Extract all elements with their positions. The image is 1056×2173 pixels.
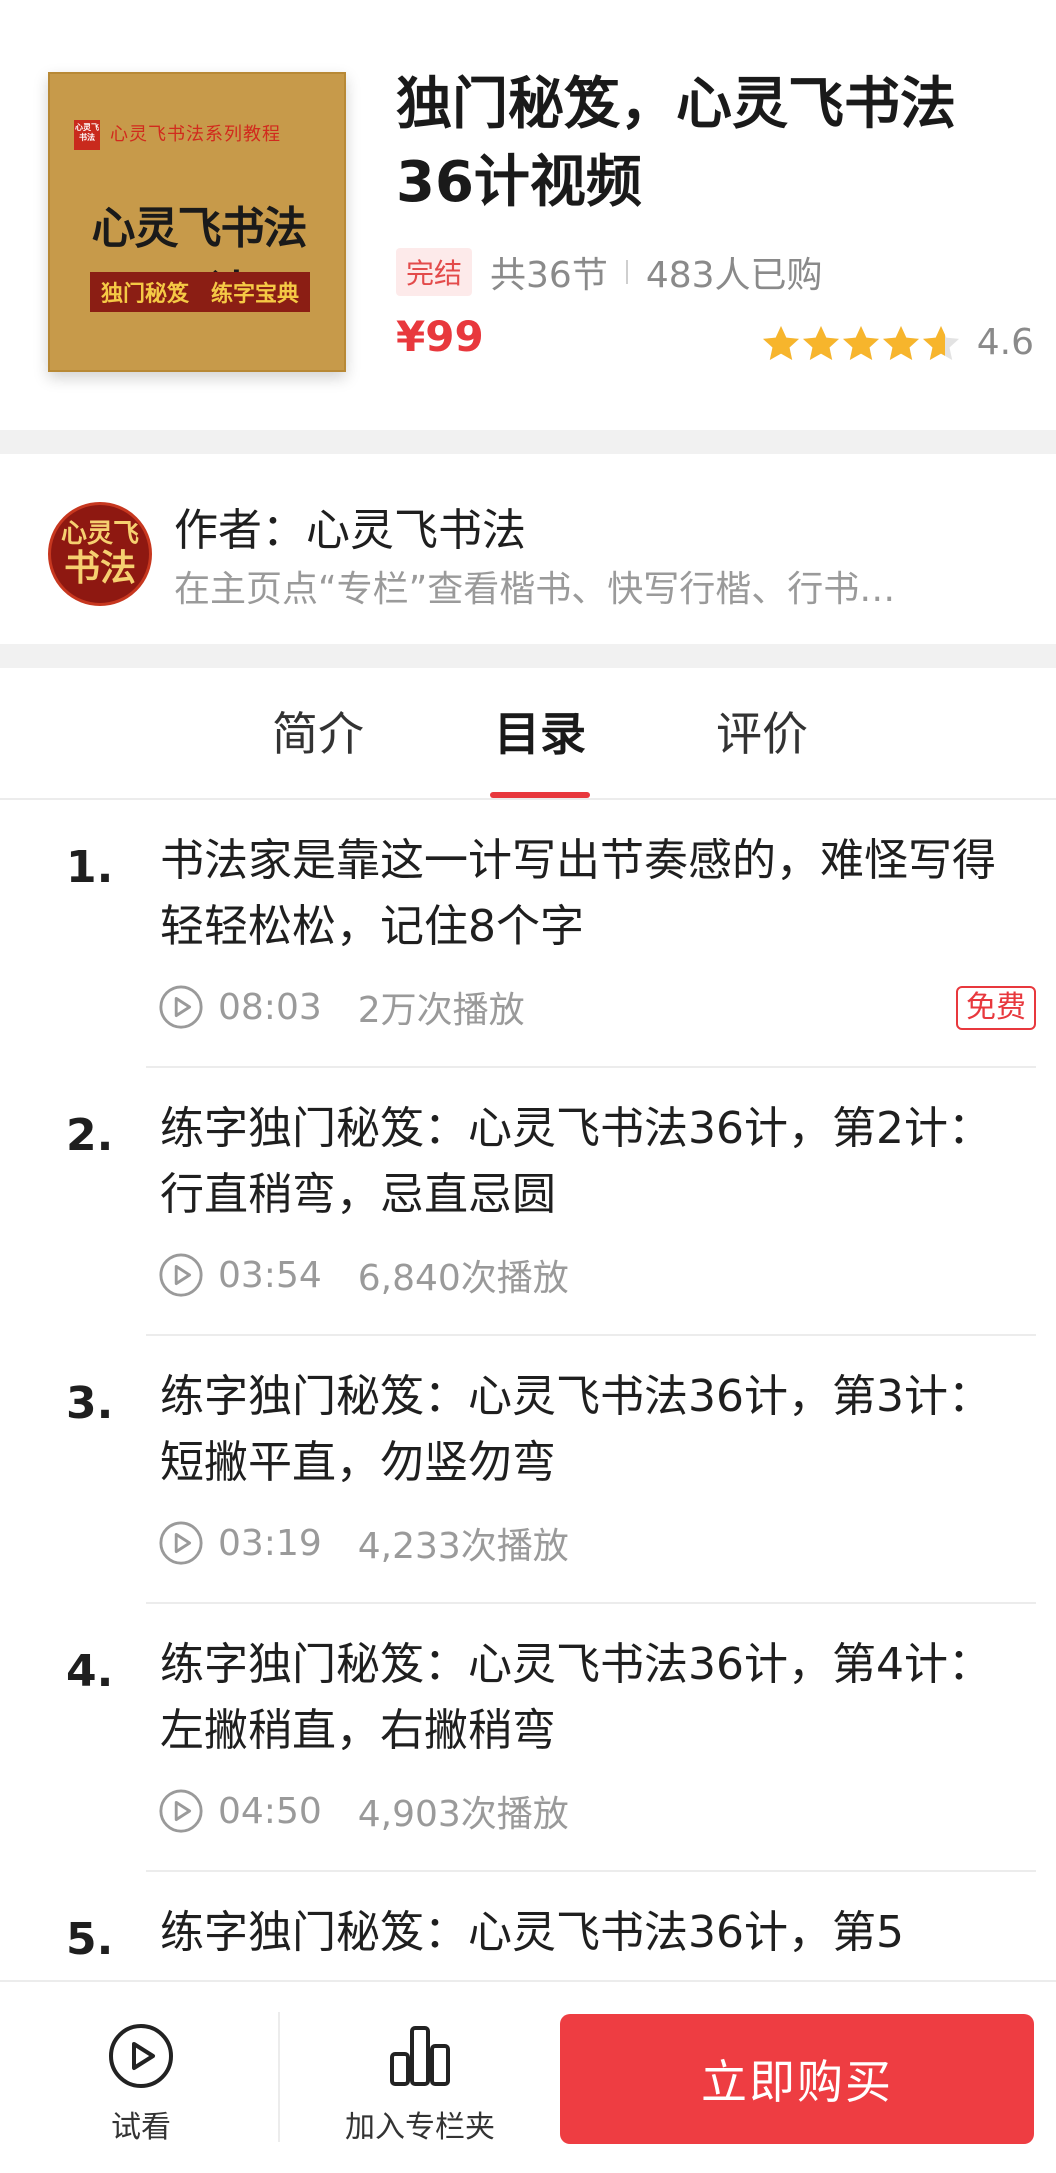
author-name: 作者：心灵飞书法 xyxy=(174,505,526,556)
list-item[interactable]: 1. 书法家是靠这一计写出节奏感的，难怪写得轻轻松松，记住8个字 08:03 2… xyxy=(0,800,1056,1068)
cover-seal: 心灵飞书法 xyxy=(74,120,100,150)
buy-now-button[interactable]: 立即购买 xyxy=(560,2014,1034,2144)
section-divider xyxy=(0,644,1056,668)
active-tab-indicator xyxy=(490,792,590,798)
play-circle-icon xyxy=(159,1521,203,1565)
status-badge: 完结 xyxy=(396,248,473,296)
rating-stars xyxy=(761,324,961,362)
lesson-duration: 08:03 xyxy=(218,986,322,1028)
course-cover-image[interactable]: 心灵飞书法 心灵飞书法系列教程 心灵飞书法36计 独门秘笈 练字宝典 xyxy=(48,72,346,372)
play-circle-icon xyxy=(109,2024,173,2088)
lesson-plays: 4,903次播放 xyxy=(357,1794,569,1835)
lesson-duration: 03:19 xyxy=(218,1522,322,1564)
cover-band-right: 练字宝典 xyxy=(210,282,299,307)
lesson-meta: 08:03 2万次播放 xyxy=(158,982,525,1032)
trial-label: 试看 xyxy=(111,2110,171,2145)
buyer-count: 483人已购 xyxy=(645,255,823,296)
divider xyxy=(278,2012,280,2142)
lesson-meta: 03:54 6,840次播放 xyxy=(158,1250,569,1300)
lesson-plays: 6,840次播放 xyxy=(357,1258,569,1299)
rating-value: 4.6 xyxy=(976,322,1034,363)
rating: 4.6 xyxy=(761,322,1034,363)
lesson-number: 4. xyxy=(66,1646,114,1697)
play-circle-icon xyxy=(159,1789,203,1833)
price: ¥99 xyxy=(396,312,484,361)
list-item[interactable]: 4. 练字独门秘笈：心灵飞书法36计，第4计：左撇稍直，右撇稍弯 04:50 4… xyxy=(0,1604,1056,1872)
lesson-duration: 04:50 xyxy=(218,1790,322,1832)
tab-catalog[interactable]: 目录 xyxy=(494,698,586,764)
lesson-plays: 4,233次播放 xyxy=(357,1526,569,1567)
cover-band: 独门秘笈 练字宝典 xyxy=(90,272,310,312)
star-icon xyxy=(802,325,839,360)
tab-bar: 简介 目录 评价 xyxy=(0,668,1056,800)
lesson-number: 3. xyxy=(66,1378,114,1429)
list-item[interactable]: 2. 练字独门秘笈：心灵飞书法36计，第2计：行直稍弯，忌直忌圆 03:54 6… xyxy=(0,1068,1056,1336)
lesson-number: 1. xyxy=(66,842,114,893)
avatar[interactable]: 心灵飞 书法 xyxy=(48,502,152,606)
tab-reviews[interactable]: 评价 xyxy=(716,698,808,764)
bottom-action-bar: 试看 加入专栏夹 立即购买 xyxy=(0,1980,1056,2173)
star-icon xyxy=(762,325,799,360)
course-meta: 完结 共36节 483人已购 xyxy=(396,248,823,296)
author-description: 在主页点“专栏”查看楷书、快写行楷、行书… xyxy=(174,569,896,610)
cover-series-text: 心灵飞书法系列教程 xyxy=(110,124,281,145)
star-icon xyxy=(922,325,959,360)
lesson-title: 练字独门秘笈：心灵飞书法36计，第2计：行直稍弯，忌直忌圆 xyxy=(160,1103,992,1220)
free-badge: 免费 xyxy=(956,986,1036,1030)
star-icon xyxy=(882,325,919,360)
add-to-column-button[interactable]: 加入专栏夹 xyxy=(330,2022,510,2146)
lesson-title: 练字独门秘笈：心灵飞书法36计，第5 xyxy=(160,1907,904,1958)
lesson-title: 书法家是靠这一计写出节奏感的，难怪写得轻轻松松，记住8个字 xyxy=(160,835,996,952)
lesson-number: 2. xyxy=(66,1110,114,1161)
product-header: 心灵飞书法 心灵飞书法系列教程 心灵飞书法36计 独门秘笈 练字宝典 独门秘笈，… xyxy=(0,0,1056,430)
lesson-count: 共36节 xyxy=(490,255,608,296)
lesson-title: 练字独门秘笈：心灵飞书法36计，第4计：左撇稍直，右撇稍弯 xyxy=(160,1639,992,1756)
lesson-meta: 04:50 4,903次播放 xyxy=(158,1786,569,1836)
bar-chart-icon xyxy=(390,2026,450,2086)
add-to-column-label: 加入专栏夹 xyxy=(345,2110,495,2145)
author-card[interactable]: 心灵飞 书法 作者：心灵飞书法 在主页点“专栏”查看楷书、快写行楷、行书… xyxy=(0,454,1056,644)
list-item[interactable]: 3. 练字独门秘笈：心灵飞书法36计，第3计：短撇平直，勿竖勿弯 03:19 4… xyxy=(0,1336,1056,1604)
lesson-meta: 03:19 4,233次播放 xyxy=(158,1518,569,1568)
course-title: 独门秘笈，心灵飞书法36计视频 xyxy=(396,72,956,215)
lesson-duration: 03:54 xyxy=(218,1254,322,1296)
tab-intro[interactable]: 简介 xyxy=(272,698,364,764)
lesson-plays: 2万次播放 xyxy=(357,990,525,1031)
meta-divider xyxy=(625,260,628,284)
play-circle-icon xyxy=(159,985,203,1029)
lesson-number: 5. xyxy=(66,1914,114,1965)
avatar-line1: 心灵飞 xyxy=(60,519,139,549)
section-divider xyxy=(0,430,1056,454)
lesson-title: 练字独门秘笈：心灵飞书法36计，第3计：短撇平直，勿竖勿弯 xyxy=(160,1371,992,1488)
avatar-line2: 书法 xyxy=(63,548,136,589)
trial-button[interactable]: 试看 xyxy=(96,2022,186,2146)
play-circle-icon xyxy=(159,1253,203,1297)
cover-band-left: 独门秘笈 xyxy=(100,282,189,307)
star-icon xyxy=(842,325,879,360)
